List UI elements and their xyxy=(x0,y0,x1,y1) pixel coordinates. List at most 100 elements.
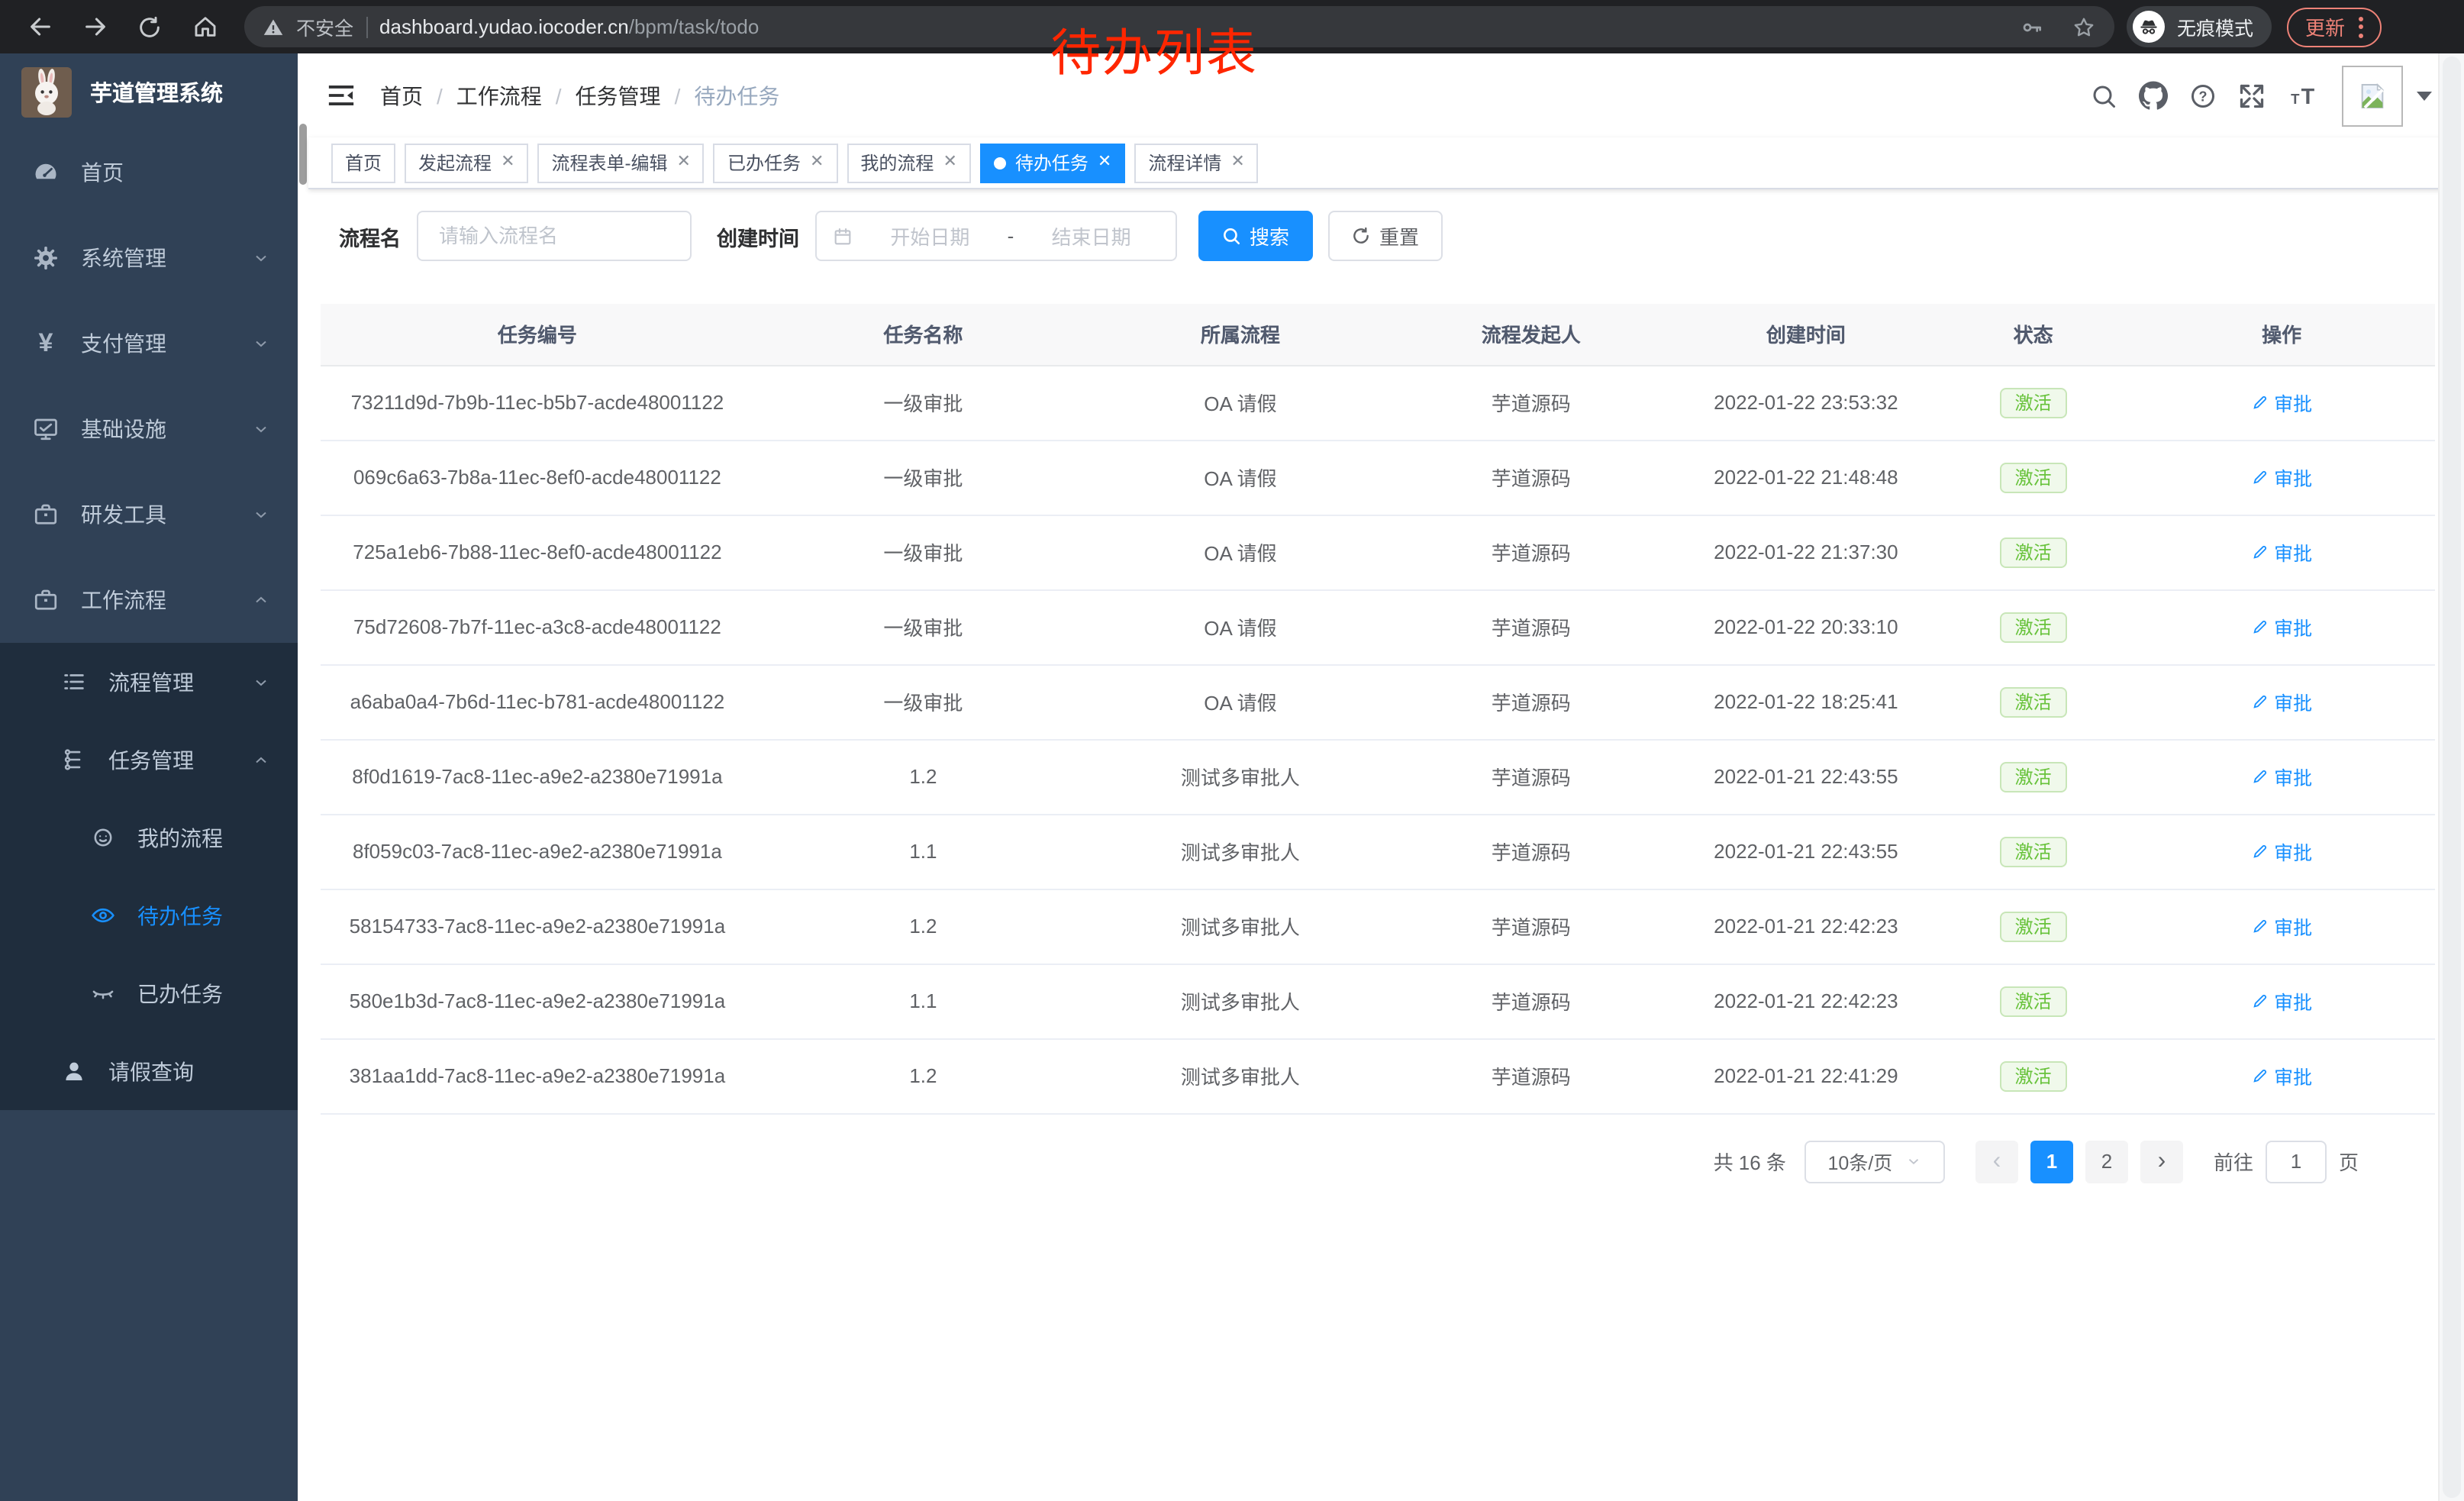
sidebar-item-task-mgmt[interactable]: 任务管理 xyxy=(0,721,298,799)
font-size-icon[interactable]: TT xyxy=(2287,82,2320,109)
approve-link[interactable]: 审批 xyxy=(2251,687,2312,716)
tab-todo-task[interactable]: 待办任务 ✕ xyxy=(980,143,1125,182)
sidebar-item-process-mgmt[interactable]: 流程管理 xyxy=(0,643,298,721)
tab-done-task[interactable]: 已办任务 ✕ xyxy=(714,143,837,182)
sidebar-item-payment[interactable]: ¥ 支付管理 xyxy=(0,301,298,386)
table-row: 725a1eb6-7b88-11ec-8ef0-acde48001122 一级审… xyxy=(321,515,2435,589)
breadcrumb-task-mgmt[interactable]: 任务管理 xyxy=(576,80,661,111)
home-icon[interactable] xyxy=(185,7,224,47)
chevron-down-icon xyxy=(252,673,270,691)
avatar-caret-icon[interactable] xyxy=(2417,91,2432,100)
incognito-label: 无痕模式 xyxy=(2177,12,2253,41)
chevron-down-icon xyxy=(252,249,270,267)
reload-icon[interactable] xyxy=(130,7,169,47)
tab-home[interactable]: 首页 xyxy=(331,143,395,182)
search-button[interactable]: 搜索 xyxy=(1198,211,1312,261)
reset-button[interactable]: 重置 xyxy=(1327,211,1442,261)
chevron-up-icon xyxy=(252,591,270,609)
sidebar-item-system[interactable]: 系统管理 xyxy=(0,215,298,301)
search-icon[interactable] xyxy=(2090,82,2117,109)
close-icon[interactable]: ✕ xyxy=(943,154,956,171)
sidebar-item-infra[interactable]: 基础设施 xyxy=(0,386,298,472)
list-icon xyxy=(58,669,89,695)
tab-process-detail[interactable]: 流程详情 ✕ xyxy=(1134,143,1258,182)
bookmark-star-icon[interactable] xyxy=(2072,15,2096,39)
face-icon xyxy=(87,825,118,851)
sidebar: 芋道管理系统 首页 系统管理 ¥ 支付管 xyxy=(0,53,298,1501)
tab-start-process[interactable]: 发起流程 ✕ xyxy=(405,143,528,182)
avatar[interactable] xyxy=(2342,65,2403,126)
help-icon[interactable]: ? xyxy=(2189,82,2217,109)
sidebar-scrollbar[interactable] xyxy=(298,53,308,1501)
close-icon[interactable]: ✕ xyxy=(1230,154,1244,171)
chevron-up-icon xyxy=(252,750,270,769)
process-name-field[interactable] xyxy=(416,211,691,261)
status-badge: 激活 xyxy=(2000,986,2067,1016)
sidebar-scrollbar-thumb[interactable] xyxy=(299,124,307,185)
task-id: 8f0d1619-7ac8-11ec-a9e2-a2380e71991a xyxy=(321,739,754,814)
approve-link[interactable]: 审批 xyxy=(2251,463,2312,492)
password-key-icon[interactable] xyxy=(2020,15,2044,39)
sidebar-item-my-process[interactable]: 我的流程 xyxy=(0,799,298,876)
sidebar-item-label: 工作流程 xyxy=(81,585,252,615)
date-range-picker[interactable]: 开始日期 - 结束日期 xyxy=(814,211,1176,261)
breadcrumb-workflow[interactable]: 工作流程 xyxy=(456,80,542,111)
approve-link[interactable]: 审批 xyxy=(2251,388,2312,417)
process-name-input[interactable] xyxy=(436,223,671,249)
sidebar-item-devtools[interactable]: 研发工具 xyxy=(0,472,298,557)
sidebar-item-done-task[interactable]: 已办任务 xyxy=(0,954,298,1032)
status-badge: 激活 xyxy=(2000,462,2067,492)
task-name: 1.2 xyxy=(754,1038,1092,1113)
prev-page-button[interactable]: ‹ xyxy=(1975,1140,2018,1183)
sidebar-item-leave-query[interactable]: 请假查询 xyxy=(0,1032,298,1110)
tab-process-form-edit[interactable]: 流程表单-编辑 ✕ xyxy=(538,143,705,182)
eye-closed-icon xyxy=(87,980,118,1006)
table-row: 58154733-7ac8-11ec-a9e2-a2380e71991a 1.2… xyxy=(321,889,2435,964)
page-2-button[interactable]: 2 xyxy=(2085,1140,2128,1183)
approve-link[interactable]: 审批 xyxy=(2251,762,2312,791)
approve-link[interactable]: 审批 xyxy=(2251,912,2312,941)
yen-icon: ¥ xyxy=(31,328,61,359)
back-icon[interactable] xyxy=(20,7,60,47)
task-process: OA 请假 xyxy=(1092,664,1388,739)
chevron-down-icon xyxy=(252,420,270,438)
tab-my-process[interactable]: 我的流程 ✕ xyxy=(847,143,970,182)
approve-link[interactable]: 审批 xyxy=(2251,537,2312,567)
status-badge: 激活 xyxy=(2000,387,2067,418)
close-icon[interactable]: ✕ xyxy=(1098,154,1111,171)
eye-icon xyxy=(87,902,118,928)
browser-update-button[interactable]: 更新 xyxy=(2287,7,2382,47)
approve-link[interactable]: 审批 xyxy=(2251,986,2312,1015)
github-icon[interactable] xyxy=(2139,81,2168,110)
page-scrollbar[interactable] xyxy=(2438,53,2464,1501)
fullscreen-icon[interactable] xyxy=(2238,82,2266,109)
next-page-button[interactable]: › xyxy=(2140,1140,2183,1183)
page-scrollbar-thumb[interactable] xyxy=(2443,56,2461,1498)
sidebar-item-todo-task[interactable]: 待办任务 xyxy=(0,876,298,954)
goto-page-input[interactable] xyxy=(2266,1140,2327,1183)
breadcrumb-home[interactable]: 首页 xyxy=(380,80,423,111)
forward-icon[interactable] xyxy=(75,7,114,47)
security-label: 不安全 xyxy=(296,12,353,41)
close-icon[interactable]: ✕ xyxy=(810,154,824,171)
collapse-sidebar-icon[interactable] xyxy=(327,81,356,110)
col-starter: 流程发起人 xyxy=(1388,304,1674,365)
task-time: 2022-01-21 22:42:23 xyxy=(1674,964,1938,1038)
page-1-button[interactable]: 1 xyxy=(2030,1140,2073,1183)
sidebar-item-home[interactable]: 首页 xyxy=(0,130,298,215)
approve-link[interactable]: 审批 xyxy=(2251,1061,2312,1090)
task-process: OA 请假 xyxy=(1092,589,1388,664)
close-icon[interactable]: ✕ xyxy=(677,154,691,171)
task-starter: 芋道源码 xyxy=(1388,739,1674,814)
svg-text:T: T xyxy=(2301,84,2315,108)
sidebar-item-workflow[interactable]: 工作流程 xyxy=(0,557,298,643)
task-starter: 芋道源码 xyxy=(1388,664,1674,739)
approve-link[interactable]: 审批 xyxy=(2251,837,2312,866)
approve-link[interactable]: 审批 xyxy=(2251,612,2312,641)
task-time: 2022-01-22 20:33:10 xyxy=(1674,589,1938,664)
screen: 不安全 dashboard.yudao.iocoder.cn/bpm/task/… xyxy=(0,0,2464,1501)
col-status: 状态 xyxy=(1938,304,2128,365)
page-size-select[interactable]: 10条/页 xyxy=(1804,1140,1945,1183)
close-icon[interactable]: ✕ xyxy=(501,154,514,171)
browser-menu-icon[interactable] xyxy=(2359,16,2363,37)
